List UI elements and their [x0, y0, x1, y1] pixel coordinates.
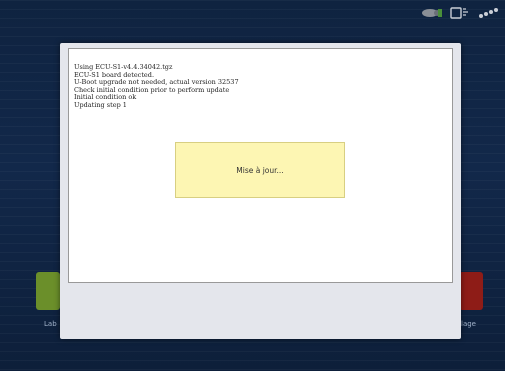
log-line: Updating step 1 [74, 100, 127, 109]
app-tile-right[interactable] [459, 272, 483, 310]
network-icon[interactable] [477, 6, 499, 20]
app-tile-left[interactable] [36, 272, 60, 310]
app-label-left: Lab [44, 320, 57, 328]
log-panel: Using ECU-S1-v4.4.34042.tgz ECU-S1 board… [68, 48, 453, 283]
status-bar [421, 4, 499, 22]
progress-box: Mise à jour... [175, 142, 345, 198]
app-label-right: lage [461, 320, 476, 328]
progress-message: Mise à jour... [236, 165, 284, 175]
display-icon[interactable] [449, 6, 471, 20]
log-output: Using ECU-S1-v4.4.34042.tgz ECU-S1 board… [74, 63, 239, 110]
update-dialog: Using ECU-S1-v4.4.34042.tgz ECU-S1 board… [60, 43, 461, 339]
gps-signal-icon[interactable] [421, 6, 443, 20]
